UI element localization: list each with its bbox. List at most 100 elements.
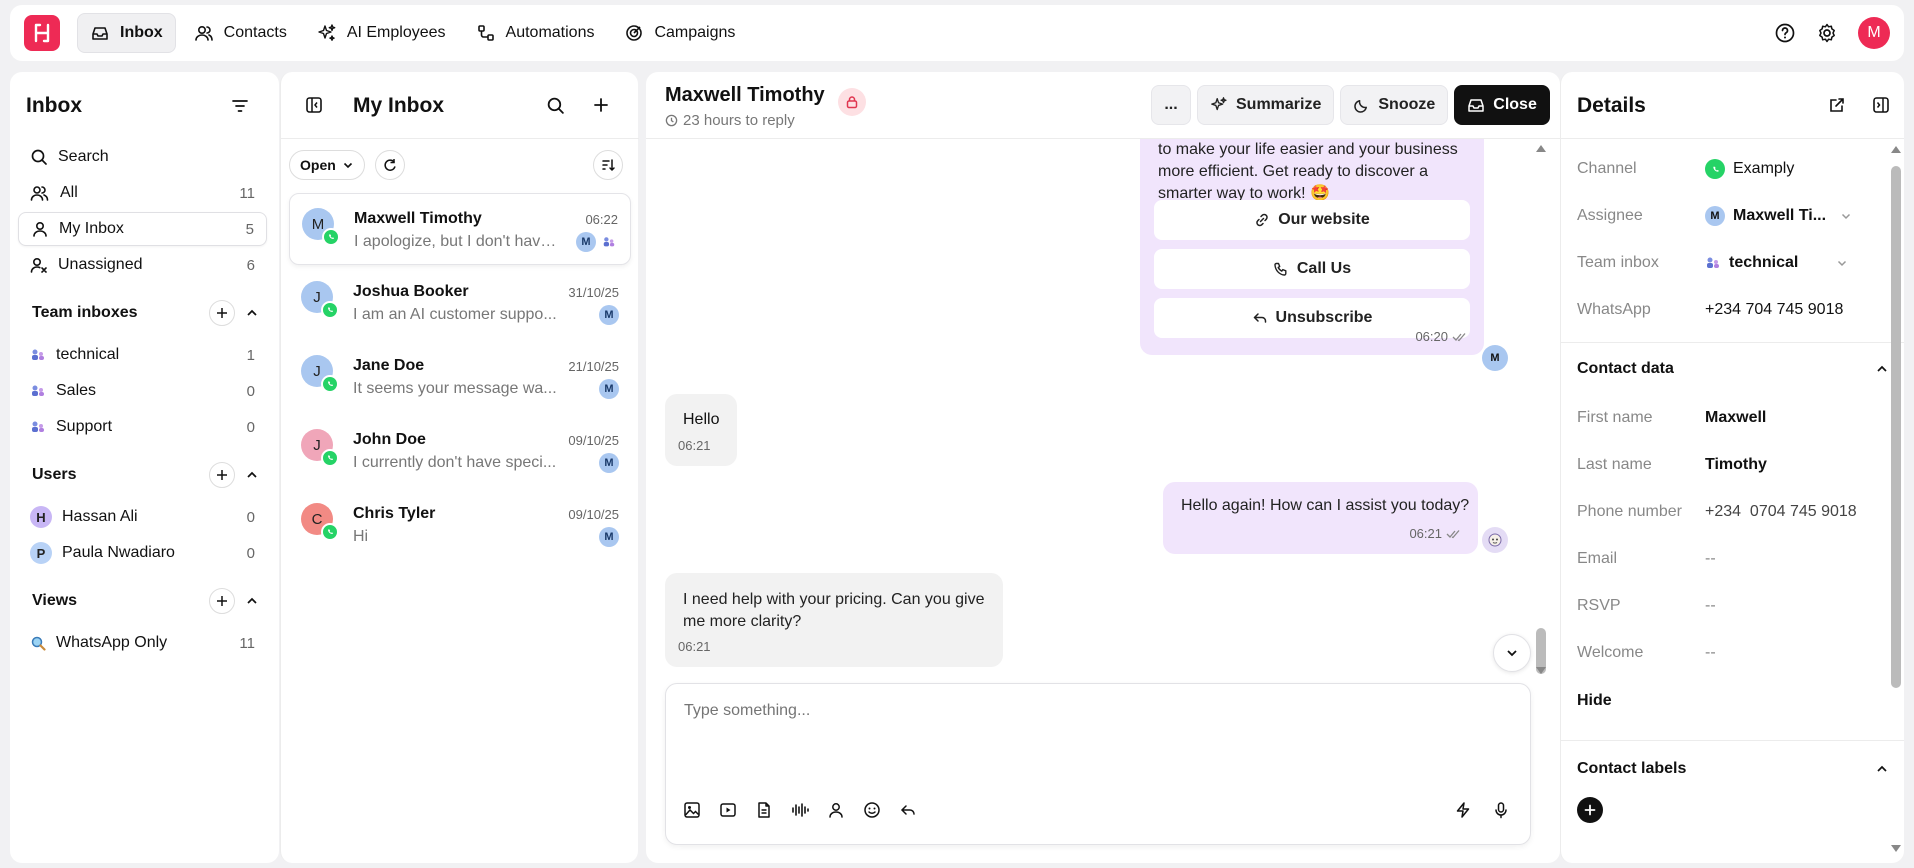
- quick-reply-button[interactable]: [899, 801, 917, 819]
- add-user-button[interactable]: [209, 462, 235, 488]
- collapse-team-inboxes-button[interactable]: [245, 306, 259, 320]
- chat-panel: Maxwell Timothy 23 hours to reply ... Su…: [646, 72, 1560, 863]
- sidebar-filter-button[interactable]: [230, 96, 250, 116]
- conversation-date: 09/10/25: [568, 433, 619, 448]
- double-check-icon: [1452, 332, 1466, 341]
- message-bubble-incoming: Hello 06:21: [665, 394, 737, 466]
- new-conversation-button[interactable]: [592, 96, 610, 114]
- sidebar-item-view-whatsapp[interactable]: WhatsApp Only 11: [18, 626, 267, 660]
- composer-actions: [1454, 801, 1510, 819]
- conversation-name: John Doe: [353, 431, 426, 448]
- team-icon: [32, 421, 44, 432]
- snooze-button[interactable]: Snooze: [1340, 85, 1449, 125]
- toggle-sidebar-button[interactable]: [305, 96, 323, 114]
- detail-rsvp[interactable]: RSVP --: [1577, 584, 1889, 628]
- attach-contact-button[interactable]: [827, 801, 845, 819]
- conversation-item-chris[interactable]: C Chris Tyler 09/10/25 Hi M: [289, 489, 631, 561]
- hide-fields-button[interactable]: Hide: [1577, 692, 1612, 710]
- attach-audio-button[interactable]: [791, 801, 809, 819]
- nav-automations[interactable]: Automations: [464, 13, 607, 53]
- conversation-item-john[interactable]: J John Doe 09/10/25 I currently don't ha…: [289, 415, 631, 487]
- details-title: Details: [1577, 94, 1646, 117]
- detail-last-name[interactable]: Last name Timothy: [1577, 443, 1889, 487]
- sidebar-item-team-sales[interactable]: Sales 0: [18, 374, 267, 408]
- sidebar-item-my-inbox[interactable]: My Inbox 5: [18, 212, 267, 246]
- audio-wave-icon: [792, 803, 809, 817]
- detail-phone-number[interactable]: Phone number +234 0704 745 9018: [1577, 490, 1889, 534]
- conversation-name: Jane Doe: [353, 357, 425, 374]
- chat-scrollbar[interactable]: [1534, 139, 1548, 681]
- attach-image-button[interactable]: [683, 801, 701, 819]
- scroll-down-arrow-icon[interactable]: [1535, 666, 1547, 676]
- list-search-button[interactable]: [546, 96, 565, 115]
- sidebar-item-count: 0: [246, 508, 255, 526]
- detail-value: +234 704 745 9018: [1705, 301, 1844, 318]
- detail-welcome[interactable]: Welcome --: [1577, 631, 1889, 675]
- more-options-button[interactable]: ...: [1151, 85, 1191, 125]
- ai-assist-button[interactable]: [1454, 801, 1472, 819]
- divider: [281, 138, 639, 139]
- add-team-inbox-button[interactable]: [209, 300, 235, 326]
- contact-data-header[interactable]: Contact data: [1577, 360, 1889, 378]
- sidebar-item-user-hassan[interactable]: H Hassan Ali 0: [18, 500, 267, 534]
- conversation-item-jane[interactable]: J Jane Doe 21/10/25 It seems your messag…: [289, 341, 631, 413]
- attach-video-button[interactable]: [719, 801, 737, 819]
- status-filter-label: Open: [300, 157, 336, 173]
- nav-ai-employees[interactable]: AI Employees: [305, 13, 458, 53]
- app-logo[interactable]: [24, 15, 60, 51]
- toggle-details-button[interactable]: [1872, 96, 1890, 114]
- details-scrollbar-thumb[interactable]: [1891, 166, 1901, 688]
- sidebar-item-unassigned[interactable]: Unassigned 6: [18, 248, 267, 282]
- user-x-icon: [30, 257, 47, 273]
- sidebar-item-user-paula[interactable]: P Paula Nwadiaro 0: [18, 536, 267, 570]
- nav-inbox[interactable]: Inbox: [77, 13, 176, 53]
- scroll-to-bottom-button[interactable]: [1493, 634, 1531, 672]
- message-input[interactable]: [684, 702, 1484, 720]
- chat-actions: ... Summarize Snooze Close: [1151, 85, 1550, 125]
- summarize-button[interactable]: Summarize: [1197, 85, 1335, 125]
- conversation-date: 31/10/25: [568, 285, 619, 300]
- conversation-date: 21/10/25: [568, 359, 619, 374]
- refresh-button[interactable]: [375, 150, 405, 180]
- scroll-down-arrow-icon[interactable]: [1890, 844, 1902, 854]
- conversation-item-joshua[interactable]: J Joshua Booker 31/10/25 I am an AI cust…: [289, 267, 631, 339]
- assignee-dropdown[interactable]: M Maxwell Ti...: [1705, 206, 1852, 226]
- users-header: Users: [32, 462, 259, 488]
- channel-value[interactable]: Examply: [1705, 159, 1794, 179]
- quick-reply-call-us[interactable]: Call Us: [1154, 249, 1470, 289]
- lock-button[interactable]: [838, 88, 866, 116]
- collapse-users-button[interactable]: [245, 468, 259, 482]
- status-filter-dropdown[interactable]: Open: [289, 150, 365, 180]
- message-timestamp: 06:21: [678, 438, 711, 453]
- open-external-button[interactable]: [1828, 96, 1846, 114]
- nav-campaigns[interactable]: Campaigns: [612, 13, 747, 53]
- attach-document-button[interactable]: [755, 801, 773, 819]
- team-inbox-dropdown[interactable]: technical: [1705, 254, 1848, 272]
- sidebar-item-all[interactable]: All 11: [18, 176, 267, 210]
- sparkles-icon: [318, 24, 336, 41]
- user-avatar[interactable]: M: [1858, 17, 1890, 49]
- voice-record-button[interactable]: [1492, 801, 1510, 819]
- collapse-views-button[interactable]: [245, 594, 259, 608]
- contact-labels-header[interactable]: Contact labels: [1577, 760, 1889, 778]
- sidebar-item-team-support[interactable]: Support 0: [18, 410, 267, 444]
- add-view-button[interactable]: [209, 588, 235, 614]
- detail-first-name[interactable]: First name Maxwell: [1577, 396, 1889, 440]
- settings-button[interactable]: [1816, 22, 1838, 44]
- close-conversation-button[interactable]: Close: [1454, 85, 1550, 125]
- detail-email[interactable]: Email --: [1577, 537, 1889, 581]
- add-label-button[interactable]: [1577, 797, 1603, 823]
- sidebar-item-team-technical[interactable]: technical 1: [18, 338, 267, 372]
- sidebar-item-count: 11: [239, 184, 255, 202]
- message-text: I need help with your pricing. Can you g…: [683, 589, 985, 633]
- emoji-button[interactable]: [863, 801, 881, 819]
- help-button[interactable]: [1774, 22, 1796, 44]
- nav-contacts[interactable]: Contacts: [182, 13, 299, 53]
- scroll-up-arrow-icon[interactable]: [1890, 144, 1902, 154]
- sidebar-item-count: 6: [246, 256, 255, 274]
- sort-button[interactable]: [593, 150, 623, 180]
- quick-reply-our-website[interactable]: Our website: [1154, 200, 1470, 240]
- conversation-item-maxwell[interactable]: M Maxwell Timothy 06:22 I apologize, but…: [289, 193, 631, 265]
- sidebar-item-search[interactable]: Search: [18, 140, 267, 174]
- detail-value: --: [1705, 644, 1716, 661]
